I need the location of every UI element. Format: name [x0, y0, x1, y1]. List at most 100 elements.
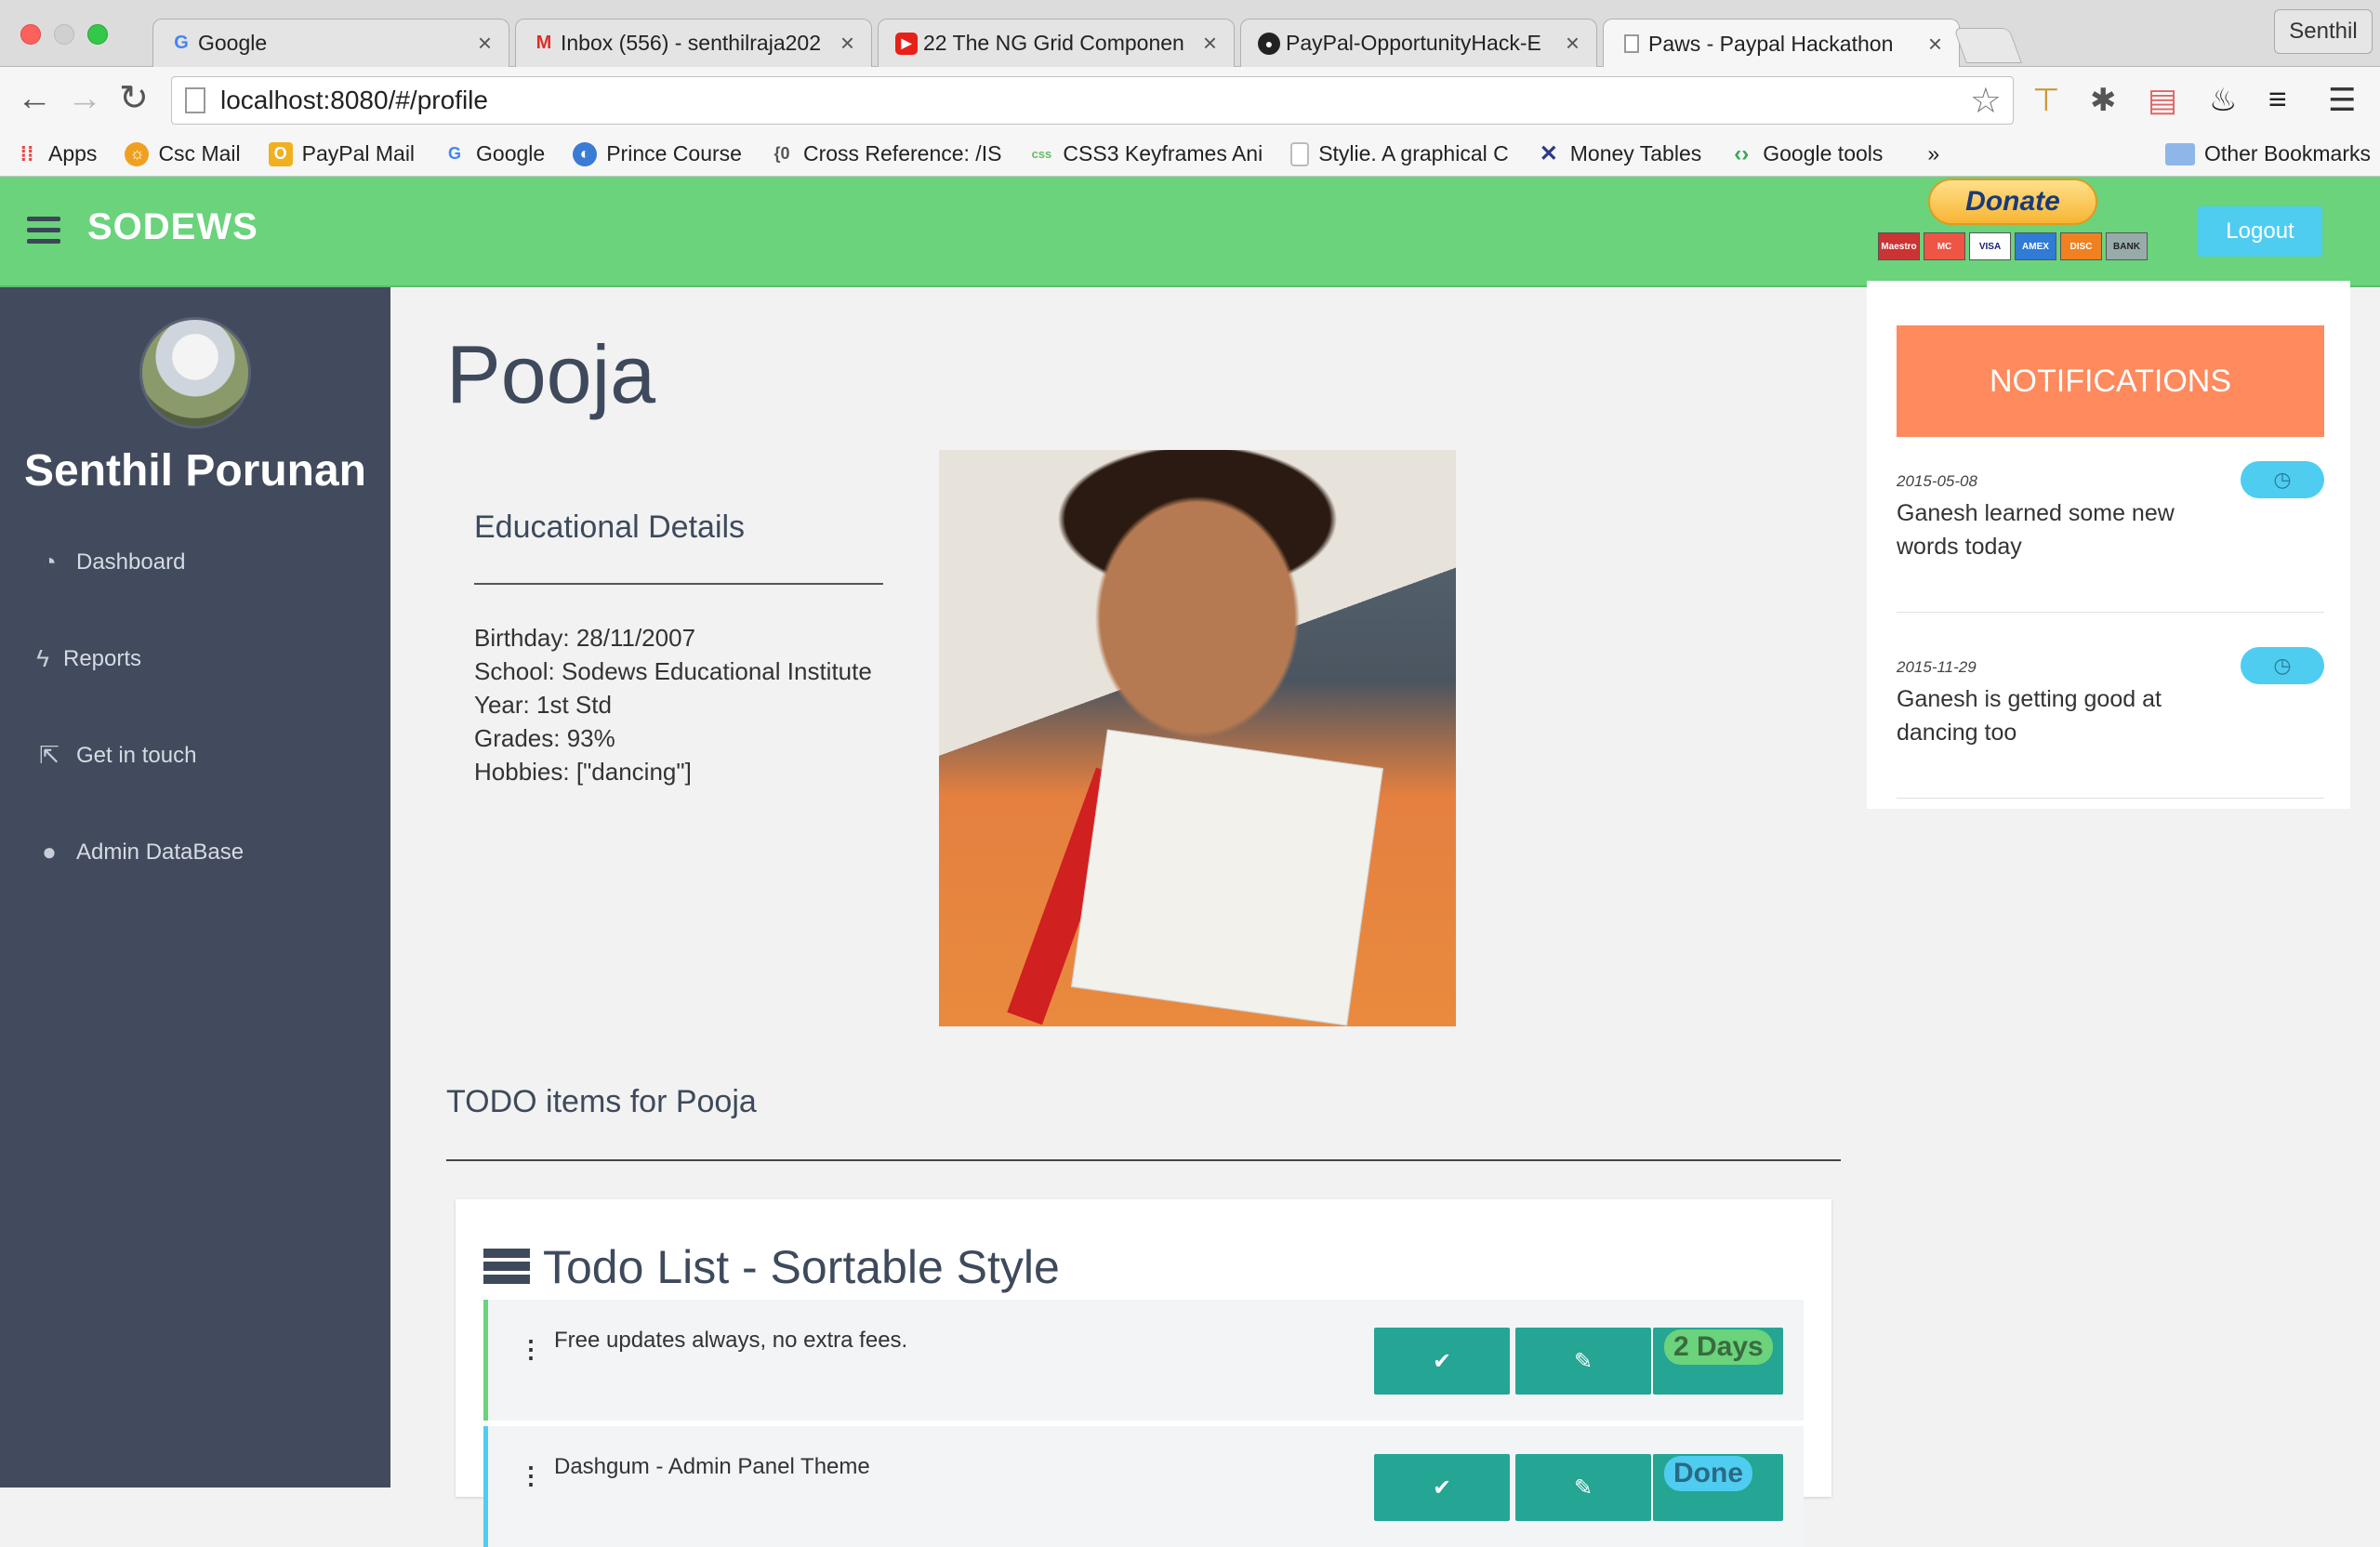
- complete-button[interactable]: ✔: [1374, 1328, 1510, 1395]
- bookmark-label: Cross Reference: /IS: [802, 141, 1002, 165]
- page-title: Pooja: [446, 328, 656, 420]
- bookmark-google-tools[interactable]: ‹› Google tools: [1729, 141, 1883, 166]
- clock-icon[interactable]: ◷: [2241, 647, 2324, 684]
- extension-tree-icon[interactable]: ≡: [2268, 82, 2287, 118]
- bookmark-apps[interactable]: ⁞⁞ Apps: [15, 141, 98, 166]
- bookmark-label: CSS3 Keyframes Ani: [1063, 141, 1263, 165]
- back-arrow-icon[interactable]: ←: [17, 80, 52, 117]
- share-icon: ⇱: [39, 741, 60, 769]
- close-tab-icon[interactable]: ×: [1928, 30, 1942, 59]
- extension-bug-icon[interactable]: ✱: [2090, 82, 2117, 119]
- bookmark-money-tables[interactable]: ✕ Money Tables: [1537, 141, 1702, 166]
- reload-icon[interactable]: ↻: [119, 80, 149, 117]
- divider: [474, 583, 883, 585]
- todo-item[interactable]: ⋮ Free updates always, no extra fees. ✔ …: [483, 1300, 1804, 1421]
- todo-status-bar: [483, 1426, 488, 1547]
- notification-item[interactable]: 2015-11-29 Ganesh is getting good at dan…: [1897, 647, 2324, 749]
- url-text: localhost:8080/#/profile: [220, 86, 488, 114]
- bookmark-label: Money Tables: [1569, 141, 1702, 165]
- todo-heading: TODO items for Pooja: [446, 1084, 757, 1119]
- todo-item[interactable]: ⋮ Dashgum - Admin Panel Theme ✔ ✎ Done: [483, 1426, 1804, 1547]
- other-bookmarks[interactable]: Other Bookmarks: [2165, 141, 2371, 166]
- divider: [1897, 612, 2324, 613]
- minimize-window-button[interactable]: [54, 24, 74, 45]
- bookmark-star-icon[interactable]: ☆: [1970, 80, 2002, 122]
- hamburger-menu-icon[interactable]: [27, 217, 60, 245]
- bookmark-paypal-mail[interactable]: O PayPal Mail: [268, 141, 416, 166]
- edit-button[interactable]: ✎: [1515, 1454, 1651, 1521]
- browser-tab-gmail[interactable]: M Inbox (556) - senthilraja202 ×: [515, 19, 872, 67]
- browser-tab-youtube[interactable]: ▶ 22 The NG Grid Componen ×: [878, 19, 1235, 67]
- bookmark-css3-keyframes[interactable]: css CSS3 Keyframes Ani: [1029, 141, 1263, 166]
- forward-arrow-icon[interactable]: →: [67, 80, 102, 117]
- google-icon: G: [174, 33, 189, 53]
- browser-profile-button[interactable]: Senthil: [2274, 9, 2373, 54]
- bookmark-label: PayPal Mail: [301, 141, 416, 165]
- sidebar-item-label: Dashboard: [76, 549, 186, 575]
- github-icon: ●: [1258, 32, 1280, 55]
- browser-tab-paws[interactable]: Paws - Paypal Hackathon ×: [1603, 19, 1960, 68]
- complete-button[interactable]: ✔: [1374, 1454, 1510, 1521]
- bookmark-prince-course[interactable]: ◐ Prince Course: [573, 141, 742, 166]
- page-icon: [185, 87, 205, 113]
- notification-item[interactable]: 2015-05-08 Ganesh learned some new words…: [1897, 461, 2324, 563]
- close-tab-icon[interactable]: ×: [840, 29, 854, 58]
- bookmark-cross-reference[interactable]: {0 Cross Reference: /IS: [770, 141, 1001, 166]
- status-badge: Done: [1664, 1456, 1752, 1491]
- brand-logo[interactable]: SODEWS: [87, 206, 258, 248]
- close-tab-icon[interactable]: ×: [478, 29, 492, 58]
- app-header: SODEWS Donate Maestro MC VISA AMEX DISC …: [0, 177, 2380, 287]
- close-window-button[interactable]: [20, 24, 41, 45]
- detail-hobbies: Hobbies: ["dancing"]: [474, 758, 692, 786]
- extension-calendar-icon[interactable]: ▤: [2148, 82, 2177, 119]
- check-icon: ✔: [1432, 1348, 1452, 1374]
- delete-button[interactable]: 2 Days: [1653, 1328, 1783, 1395]
- dashboard-icon: ◔: [42, 548, 57, 575]
- extension-flame-icon[interactable]: ♨: [2209, 82, 2237, 119]
- chrome-menu-icon[interactable]: ☰: [2328, 82, 2356, 119]
- amex-card-icon: AMEX: [2015, 232, 2056, 260]
- donate-button[interactable]: Donate: [1928, 178, 2097, 225]
- sidebar-item-admin-database[interactable]: ● Admin DataBase: [35, 838, 244, 866]
- sidebar-item-reports[interactable]: ϟ Reports: [35, 644, 141, 673]
- sidebar-item-get-in-touch[interactable]: ⇱ Get in touch: [35, 741, 196, 770]
- address-bar[interactable]: localhost:8080/#/profile ☆: [171, 76, 2014, 125]
- close-tab-icon[interactable]: ×: [1566, 29, 1580, 58]
- divider: [1897, 798, 2324, 799]
- payment-card-logos: Maestro MC VISA AMEX DISC BANK: [1878, 232, 2148, 260]
- page-icon: [1620, 33, 1643, 55]
- edit-button[interactable]: ✎: [1515, 1328, 1651, 1395]
- clock-icon[interactable]: ◷: [2241, 461, 2324, 498]
- zoom-window-button[interactable]: [87, 24, 108, 45]
- pencil-icon: ✎: [1573, 1474, 1593, 1501]
- bookmark-label: Google: [476, 141, 546, 165]
- browser-tab-strip: G Google × M Inbox (556) - senthilraja20…: [0, 0, 2380, 68]
- notification-text: Ganesh is getting good at dancing too: [1897, 686, 2162, 746]
- paypal-mail-icon: O: [268, 141, 293, 166]
- educational-details-heading: Educational Details: [474, 509, 746, 545]
- browser-tab-github[interactable]: ● PayPal-OpportunityHack-E ×: [1240, 19, 1597, 67]
- logout-button[interactable]: Logout: [2198, 206, 2322, 257]
- bookmark-stylie[interactable]: Stylie. A graphical C: [1290, 141, 1509, 166]
- sidebar-item-label: Admin DataBase: [76, 839, 245, 865]
- page-icon: [1290, 141, 1310, 166]
- bookmark-google[interactable]: G Google: [443, 141, 545, 166]
- notifications-heading: NOTIFICATIONS: [1897, 325, 2324, 437]
- bookmark-csc-mail[interactable]: ☼ Csc Mail: [125, 141, 241, 166]
- sidebar-item-label: Reports: [63, 645, 142, 671]
- new-tab-button[interactable]: [1953, 28, 2022, 63]
- google-tools-icon: ‹›: [1734, 140, 1750, 166]
- detail-school: School: Sodews Educational Institute: [474, 657, 872, 685]
- css3-icon: css: [1031, 147, 1052, 161]
- extension-hammer-icon[interactable]: ⊤: [2032, 82, 2060, 119]
- notebook: [1070, 729, 1384, 1026]
- bookmarks-overflow-button[interactable]: »: [1927, 141, 1939, 166]
- browser-tab-google[interactable]: G Google ×: [152, 19, 509, 67]
- sidebar-item-label: Get in touch: [76, 742, 197, 768]
- todo-text: Dashgum - Admin Panel Theme: [554, 1454, 870, 1479]
- sidebar-item-dashboard[interactable]: ◔ Dashboard: [35, 548, 185, 576]
- close-tab-icon[interactable]: ×: [1203, 29, 1217, 58]
- drag-handle-icon[interactable]: ⋮: [519, 1461, 543, 1490]
- drag-handle-icon[interactable]: ⋮: [519, 1335, 543, 1364]
- delete-button[interactable]: Done: [1653, 1454, 1783, 1521]
